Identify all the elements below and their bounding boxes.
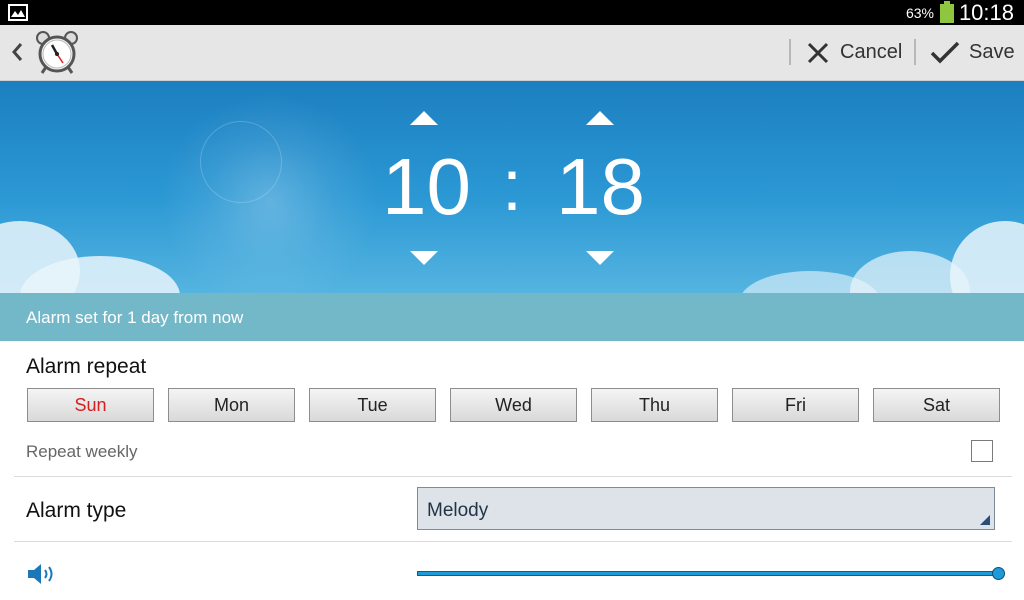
- lens-flare: [160, 91, 380, 293]
- hour-value[interactable]: 10: [382, 141, 471, 233]
- divider: [14, 541, 1012, 542]
- repeat-weekly-checkbox[interactable]: [971, 440, 993, 462]
- alarm-type-dropdown[interactable]: Melody: [417, 487, 995, 530]
- chevron-left-icon[interactable]: [10, 41, 26, 63]
- alarm-info-text: Alarm set for 1 day from now: [26, 308, 244, 327]
- minute-decrement-button[interactable]: [586, 251, 614, 265]
- checkmark-icon: [930, 41, 960, 63]
- divider: [789, 39, 791, 65]
- day-button-sat[interactable]: Sat: [873, 388, 1000, 422]
- close-icon: [807, 42, 829, 63]
- dropdown-corner-icon: [980, 515, 990, 525]
- alarm-type-value: Melody: [427, 500, 489, 521]
- minute-increment-button[interactable]: [586, 111, 614, 125]
- minute-value[interactable]: 18: [556, 141, 645, 233]
- hour-decrement-button[interactable]: [410, 251, 438, 265]
- action-bar: Cancel Save: [0, 25, 1024, 81]
- day-button-fri[interactable]: Fri: [732, 388, 859, 422]
- time-separator: :: [502, 146, 523, 226]
- lens-flare-ring: [200, 121, 282, 203]
- status-time: 10:18: [958, 0, 1014, 25]
- battery-percent: 63%: [905, 5, 934, 21]
- day-button-tue[interactable]: Tue: [309, 388, 436, 422]
- time-picker: 10 : 18: [0, 81, 1024, 293]
- divider: [914, 39, 916, 65]
- alarm-info-bar: Alarm set for 1 day from now: [0, 293, 1024, 341]
- cloud: [950, 221, 1024, 293]
- image-notification-icon: [8, 4, 28, 21]
- volume-slider-thumb[interactable]: [992, 567, 1005, 580]
- divider: [14, 476, 1012, 477]
- day-button-mon[interactable]: Mon: [168, 388, 295, 422]
- save-button[interactable]: Save: [929, 25, 1015, 80]
- hour-increment-button[interactable]: [410, 111, 438, 125]
- battery-icon: [940, 1, 954, 23]
- day-button-wed[interactable]: Wed: [450, 388, 577, 422]
- save-label: Save: [969, 41, 1015, 63]
- repeat-weekly-label: Repeat weekly: [26, 442, 138, 461]
- day-button-thu[interactable]: Thu: [591, 388, 718, 422]
- cancel-button[interactable]: Cancel: [806, 25, 902, 80]
- day-button-sun[interactable]: Sun: [27, 388, 154, 422]
- volume-slider-track[interactable]: [417, 571, 999, 576]
- status-bar: 63% 10:18: [0, 0, 1024, 25]
- speaker-icon[interactable]: [26, 562, 58, 586]
- alarm-repeat-title: Alarm repeat: [26, 355, 147, 378]
- cancel-label: Cancel: [840, 41, 903, 63]
- alarm-type-title: Alarm type: [26, 499, 127, 522]
- alarm-clock-icon[interactable]: [34, 29, 80, 75]
